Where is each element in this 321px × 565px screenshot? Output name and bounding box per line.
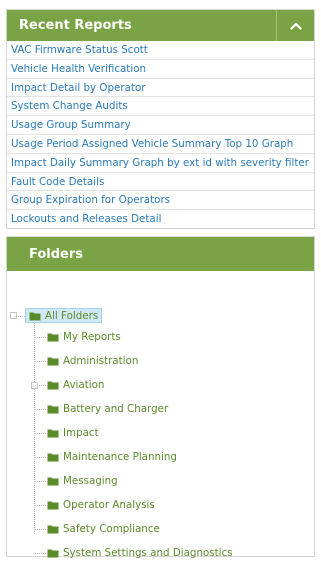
report-link[interactable]: VAC Firmware Status Scott [7,41,314,60]
tree-node-folder[interactable]: Battery and Charger [47,401,168,417]
tree-node-label: Battery and Charger [63,403,169,415]
report-link[interactable]: Group Expiration for Operators [7,191,314,211]
folder-icon [47,405,59,414]
tree-node-folder[interactable]: System Settings and Diagnostics [47,545,233,561]
tree-node-label: Maintenance Planning [63,451,177,463]
tree-connector [35,361,46,362]
chevron-up-icon [289,22,302,30]
report-link[interactable]: Usage Period Assigned Vehicle Summary To… [7,135,314,154]
folder-icon [29,312,41,320]
recent-reports-header: Recent Reports [7,10,314,41]
tree-connector [35,457,46,458]
report-link[interactable]: Impact Detail by Operator [7,79,314,98]
tree-node-label: System Settings and Diagnostics [63,547,233,559]
tree-connector [35,409,46,410]
folder-icon [47,477,59,486]
folders-panel: Folders All Folders My Reports Administra… [6,236,315,559]
tree-node-folder[interactable]: My Reports [47,329,121,345]
root-expander-icon[interactable] [10,312,17,319]
folder-icon [47,333,59,342]
folder-icon [47,501,59,510]
tree-connector [35,481,46,482]
tree-node-label: All Folders [45,309,99,322]
report-link[interactable]: Lockouts and Releases Detail [7,210,314,229]
tree-node-folder[interactable]: Operator Analysis [47,497,155,513]
report-link[interactable]: Vehicle Health Verification [7,60,314,79]
folder-tree: All Folders My Reports Administration Avia… [7,271,314,559]
tree-node-label: Operator Analysis [63,499,155,511]
folder-icon [47,525,59,534]
tree-node-label: My Reports [63,331,121,343]
tree-node-folder[interactable]: Safety Compliance [47,521,160,537]
recent-reports-title: Recent Reports [19,18,132,33]
folder-icon [47,429,59,438]
tree-node-label: Safety Compliance [63,523,160,535]
tree-node-label: Messaging [63,475,118,487]
tree-node-folder[interactable]: Impact [47,425,99,441]
tree-node-label: Aviation [63,379,105,391]
recent-reports-list: VAC Firmware Status Scott Vehicle Health… [7,41,314,229]
tree-node-folder[interactable]: Aviation [47,377,104,393]
tree-node-folder[interactable]: Administration [47,353,138,369]
report-link[interactable]: Fault Code Details [7,173,314,192]
folders-header: Folders [7,237,314,271]
tree-node-label: Impact [63,427,99,439]
folder-icon [47,453,59,462]
folders-title: Folders [29,246,84,262]
tree-node-label: Administration [63,355,139,367]
tree-connector [35,529,46,530]
tree-connector [35,337,46,338]
tree-node-folder[interactable]: Messaging [47,473,118,489]
recent-reports-panel: Recent Reports VAC Firmware Status Scott… [6,9,315,229]
report-link[interactable]: Usage Group Summary [7,116,314,135]
tree-connector [35,505,46,506]
folder-icon [47,549,59,558]
folder-icon [47,357,59,366]
tree-connector [35,553,46,554]
folder-icon [47,381,59,390]
collapse-button[interactable] [276,10,314,41]
report-link[interactable]: Impact Daily Summary Graph by ext id wit… [7,154,314,173]
tree-node-folder[interactable]: Maintenance Planning [47,449,177,465]
tree-node-all-folders[interactable]: All Folders [25,308,103,323]
expander-icon[interactable] [31,382,38,389]
tree-trunk [34,323,35,534]
tree-connector [35,433,46,434]
report-link[interactable]: System Change Audits [7,97,314,117]
